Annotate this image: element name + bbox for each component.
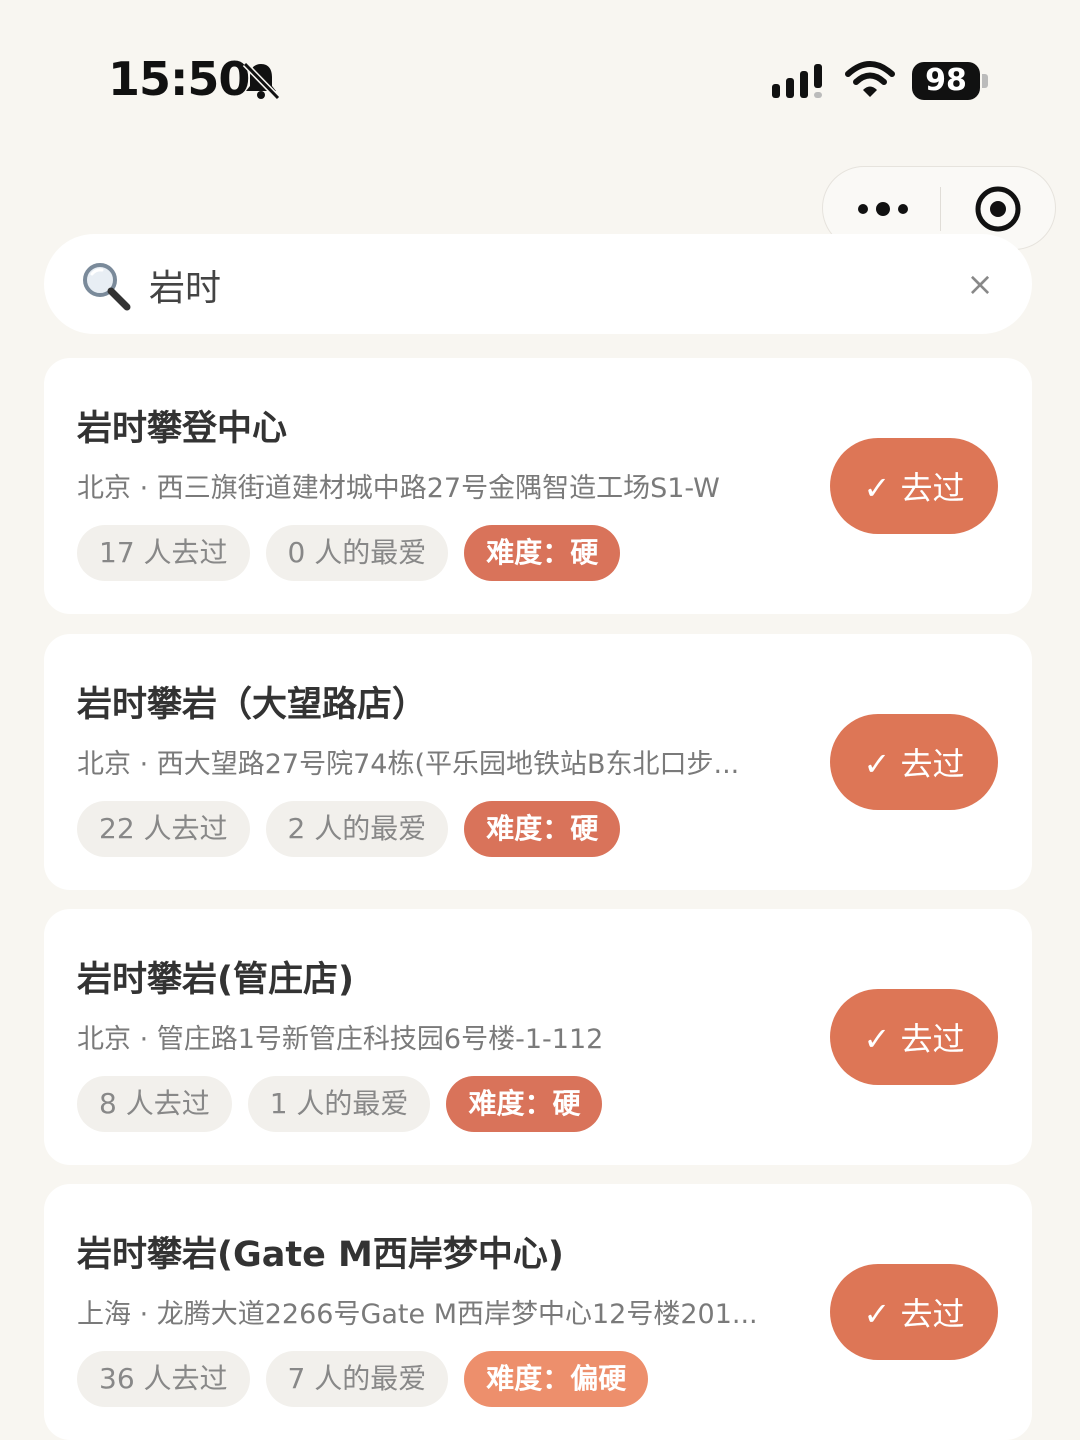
card-title: 岩时攀登中心 — [77, 409, 288, 449]
card-title: 岩时攀岩（大望路店） — [77, 685, 428, 725]
visited-count-tag: 22 人去过 — [77, 801, 250, 857]
result-card[interactable]: 岩时攀岩(管庄店) 北京 · 管庄路1号新管庄科技园6号楼-1-112 8 人去… — [44, 909, 1032, 1165]
search-icon — [83, 263, 131, 311]
favorites-count-tag: 2 人的最爱 — [265, 801, 449, 857]
card-address: 北京 · 管庄路1号新管庄科技园6号楼-1-112 — [77, 1024, 604, 1055]
more-icon[interactable] — [853, 189, 913, 229]
visited-count-tag: 36 人去过 — [77, 1351, 250, 1407]
mark-visited-button[interactable]: ✓ 去过 — [830, 1264, 998, 1360]
mark-visited-button[interactable]: ✓ 去过 — [830, 438, 998, 534]
bell-muted-icon — [242, 61, 281, 101]
search-bar: × — [44, 234, 1032, 334]
card-tags: 36 人去过 7 人的最爱 难度：偏硬 — [77, 1351, 649, 1407]
mark-visited-button[interactable]: ✓ 去过 — [830, 714, 998, 810]
favorites-count-tag: 0 人的最爱 — [265, 525, 449, 581]
search-input[interactable] — [149, 260, 929, 310]
result-card[interactable]: 岩时攀登中心 北京 · 西三旗街道建材城中路27号金隅智造工场S1-W 17 人… — [44, 358, 1032, 614]
capsule-divider — [940, 187, 941, 231]
difficulty-tag: 难度：硬 — [464, 801, 621, 857]
difficulty-tag: 难度：硬 — [446, 1076, 603, 1132]
card-title: 岩时攀岩(Gate M西岸梦中心) — [77, 1235, 564, 1275]
card-address: 北京 · 西三旗街道建材城中路27号金隅智造工场S1-W — [77, 473, 720, 504]
wifi-icon — [845, 61, 895, 97]
favorites-count-tag: 7 人的最爱 — [265, 1351, 449, 1407]
close-mini-program-icon[interactable] — [973, 184, 1023, 234]
clear-icon[interactable]: × — [962, 266, 998, 302]
mark-visited-button[interactable]: ✓ 去过 — [830, 989, 998, 1085]
result-card[interactable]: 岩时攀岩（大望路店） 北京 · 西大望路27号院74栋(平乐园地铁站B东北口步.… — [44, 634, 1032, 890]
visited-count-tag: 8 人去过 — [77, 1076, 232, 1132]
card-tags: 22 人去过 2 人的最爱 难度：硬 — [77, 801, 621, 857]
card-tags: 17 人去过 0 人的最爱 难度：硬 — [77, 525, 621, 581]
status-time: 15:50 — [108, 52, 250, 106]
battery-terminal — [982, 74, 988, 88]
result-card[interactable]: 岩时攀岩(Gate M西岸梦中心) 上海 · 龙腾大道2266号Gate M西岸… — [44, 1184, 1032, 1440]
card-address: 上海 · 龙腾大道2266号Gate M西岸梦中心12号楼201... — [77, 1299, 758, 1330]
difficulty-tag: 难度：偏硬 — [464, 1351, 649, 1407]
card-tags: 8 人去过 1 人的最爱 难度：硬 — [77, 1076, 603, 1132]
cellular-signal-icon — [772, 64, 822, 98]
battery-indicator: 98 — [912, 62, 980, 100]
visited-count-tag: 17 人去过 — [77, 525, 250, 581]
favorites-count-tag: 1 人的最爱 — [247, 1076, 431, 1132]
status-bar: 15:50 98 — [0, 0, 1080, 160]
difficulty-tag: 难度：硬 — [464, 525, 621, 581]
card-title: 岩时攀岩(管庄店) — [77, 960, 354, 1000]
card-address: 北京 · 西大望路27号院74栋(平乐园地铁站B东北口步... — [77, 749, 740, 780]
